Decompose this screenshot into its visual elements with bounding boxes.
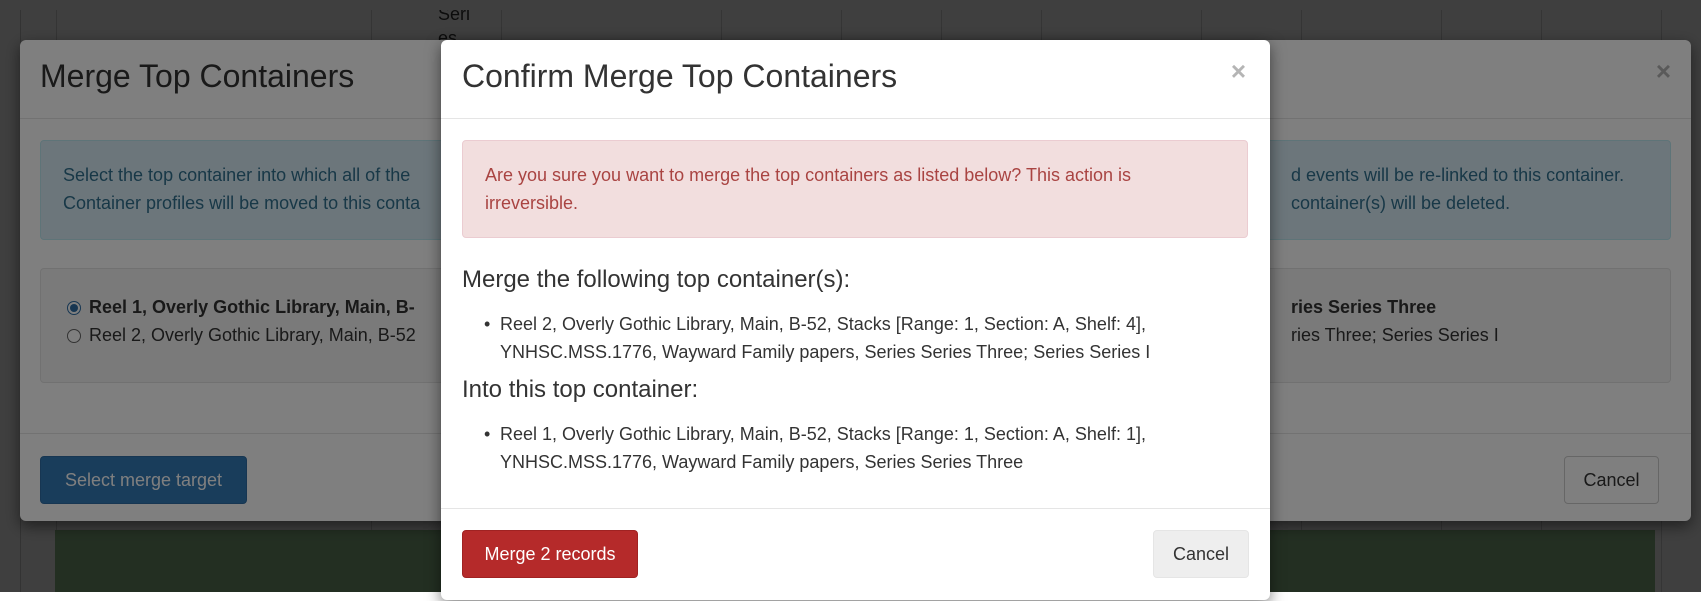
- warning-alert: Are you sure you want to merge the top c…: [462, 140, 1248, 238]
- list-item: • Reel 1, Overly Gothic Library, Main, B…: [484, 420, 1240, 476]
- merge-records-button[interactable]: Merge 2 records: [462, 530, 638, 578]
- modal-footer: Merge 2 records Cancel: [441, 508, 1270, 601]
- bullet-icon: •: [484, 424, 491, 444]
- list-item-text: Reel 2, Overly Gothic Library, Main, B-5…: [500, 314, 1151, 362]
- list-item-text: Reel 1, Overly Gothic Library, Main, B-5…: [500, 424, 1146, 472]
- bullet-icon: •: [484, 314, 491, 334]
- merge-heading: Merge the following top container(s):: [462, 266, 851, 293]
- close-icon[interactable]: ×: [1231, 56, 1246, 87]
- modal-title: Confirm Merge Top Containers: [462, 58, 898, 94]
- confirm-merge-modal: Confirm Merge Top Containers × Are you s…: [441, 40, 1270, 600]
- into-heading: Into this top container:: [462, 376, 699, 403]
- list-item: • Reel 2, Overly Gothic Library, Main, B…: [484, 310, 1240, 366]
- cancel-button[interactable]: Cancel: [1153, 530, 1249, 578]
- modal-header: Confirm Merge Top Containers ×: [441, 40, 1270, 119]
